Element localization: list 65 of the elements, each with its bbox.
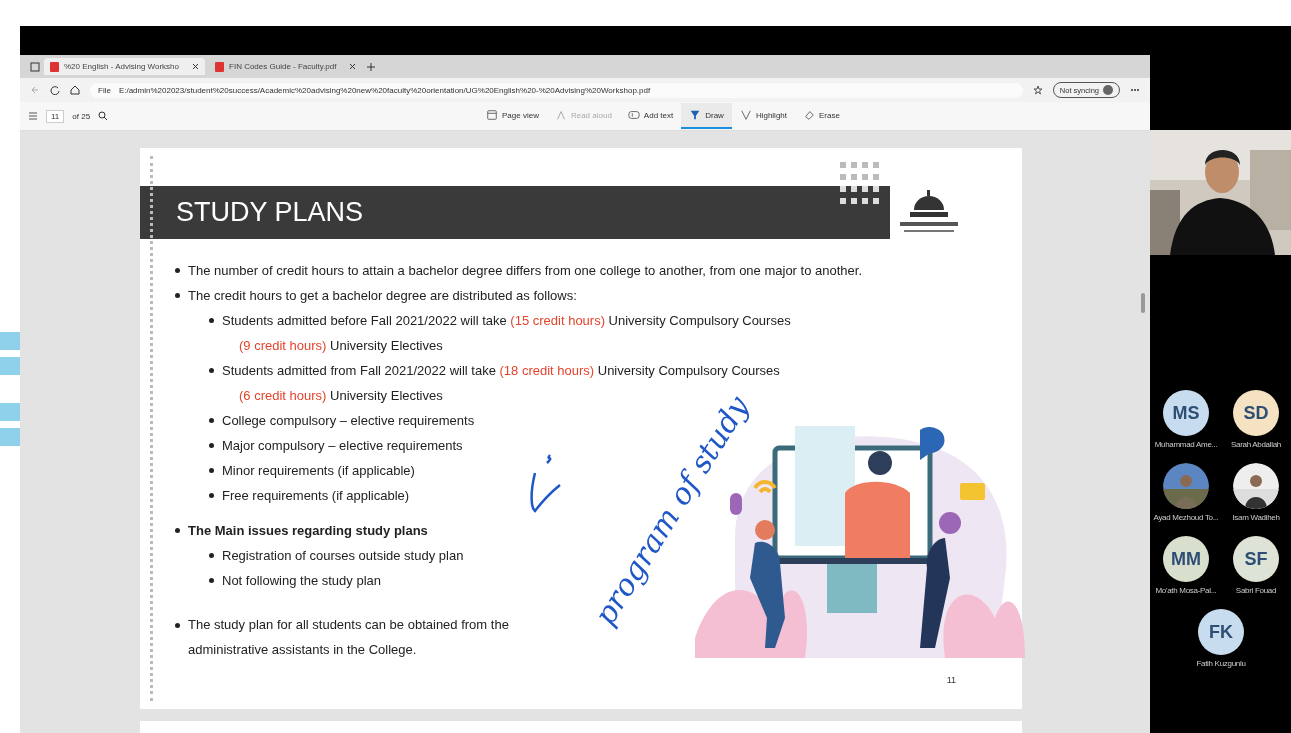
page-count: of 25 xyxy=(72,111,91,121)
participant-name: Isam Wadiheh xyxy=(1232,513,1280,522)
bullet-dot xyxy=(209,553,214,558)
bullet-text: Major compulsory – elective requirements xyxy=(222,438,463,453)
bullet-dot xyxy=(209,418,214,423)
bullet-text: College compulsory – elective requirements xyxy=(222,413,475,428)
page-number-field[interactable]: 11 xyxy=(46,109,65,123)
browser-tab[interactable]: FIN Codes Guide - Faculty.pdf xyxy=(209,58,363,75)
search-icon[interactable] xyxy=(98,111,109,121)
toolbar-button[interactable]: Add text xyxy=(619,103,682,129)
close-icon[interactable] xyxy=(192,63,200,70)
bullet-text: The study plan for all students can be obtained from the administrative assistants in the College. xyxy=(188,616,510,659)
read-aloud-icon xyxy=(554,109,567,121)
bullet-text: The Main issues regarding study plans xyxy=(188,523,428,538)
bullet-dot xyxy=(175,268,180,273)
scrollbar-thumb[interactable] xyxy=(1141,293,1145,313)
participant-name: Sarah Abdallah xyxy=(1230,440,1282,449)
star-icon[interactable] xyxy=(1032,85,1043,95)
tab-actions-icon[interactable] xyxy=(30,61,40,72)
bullet-text: Not following the study plan xyxy=(222,573,381,588)
participant-avatar[interactable]: MM xyxy=(1163,536,1209,582)
toolbar-button[interactable]: Highlight xyxy=(731,103,795,129)
highlighter-icon xyxy=(739,109,752,121)
bullet-text: Minor requirements (if applicable) xyxy=(222,463,415,478)
bullet-text: Students admitted before Fall 2021/2022 will take (15 credit hours) University Compulsory Courses xyxy=(222,313,791,328)
page-icon xyxy=(486,109,498,121)
participant-name: Sabri Fouad xyxy=(1235,586,1277,595)
draw-icon xyxy=(689,109,702,121)
toolbar-button[interactable]: Erase xyxy=(795,103,848,129)
bullet-dot xyxy=(209,443,214,448)
address-field[interactable]: File E:/admin%202023/student%20success/Academic%20advising%20new%20faculty%20orientation/UG%20English%20-%20Advising%20Workshop.pdf xyxy=(90,82,1023,98)
home-icon[interactable] xyxy=(70,85,80,95)
new-tab-icon[interactable] xyxy=(366,61,377,72)
bullet-text: Free requirements (if applicable) xyxy=(222,488,410,503)
toolbar-button[interactable]: Page view xyxy=(478,103,547,129)
bullet-text: (9 credit hours) University Electives xyxy=(238,338,444,355)
bullet-text: Students admitted from Fall 2021/2022 will take (18 credit hours) University Compulsory Courses xyxy=(222,363,780,378)
participant-name: Ayad Mezhoud To... xyxy=(1153,513,1219,522)
close-icon[interactable] xyxy=(349,63,357,70)
bullet-text: Registration of courses outside study plan xyxy=(222,548,464,563)
bullet-text: The number of credit hours to attain a bachelor degree differs from one college to another, from one major to another. xyxy=(188,263,862,278)
bullet-dot xyxy=(209,578,214,583)
bullet-text: The credit hours to get a bachelor degree are distributed as follows: xyxy=(188,288,577,303)
slide-title: STUDY PLANS xyxy=(176,197,364,228)
participant-name: Mo'ath Mosa-Pal... xyxy=(1155,586,1217,595)
participant-name: Muhammad Ame... xyxy=(1154,440,1218,449)
bullet-dot xyxy=(175,293,180,298)
bullet-dot xyxy=(209,468,214,473)
text-box-icon xyxy=(627,109,640,121)
eraser-icon xyxy=(803,109,815,121)
browser-tab[interactable]: %20 English - Advising Worksho xyxy=(44,58,206,75)
bullet-dot xyxy=(209,318,214,323)
bullet-dot xyxy=(175,528,180,533)
refresh-icon[interactable] xyxy=(50,85,60,95)
participant-avatar[interactable]: SF xyxy=(1233,536,1279,582)
participant-avatar[interactable]: MS xyxy=(1163,390,1209,436)
bullet-dot xyxy=(175,623,180,628)
bullet-dot xyxy=(209,493,214,498)
participant-avatar[interactable]: FK xyxy=(1198,609,1244,655)
slide-number: 11 xyxy=(946,675,956,685)
more-icon[interactable] xyxy=(1130,88,1140,92)
toolbar-button[interactable]: Draw xyxy=(681,103,732,129)
bullet-dot xyxy=(209,368,214,373)
participant-name: Fatih Kuzgunlu xyxy=(1196,659,1246,668)
participant-avatar[interactable]: SD xyxy=(1233,390,1279,436)
